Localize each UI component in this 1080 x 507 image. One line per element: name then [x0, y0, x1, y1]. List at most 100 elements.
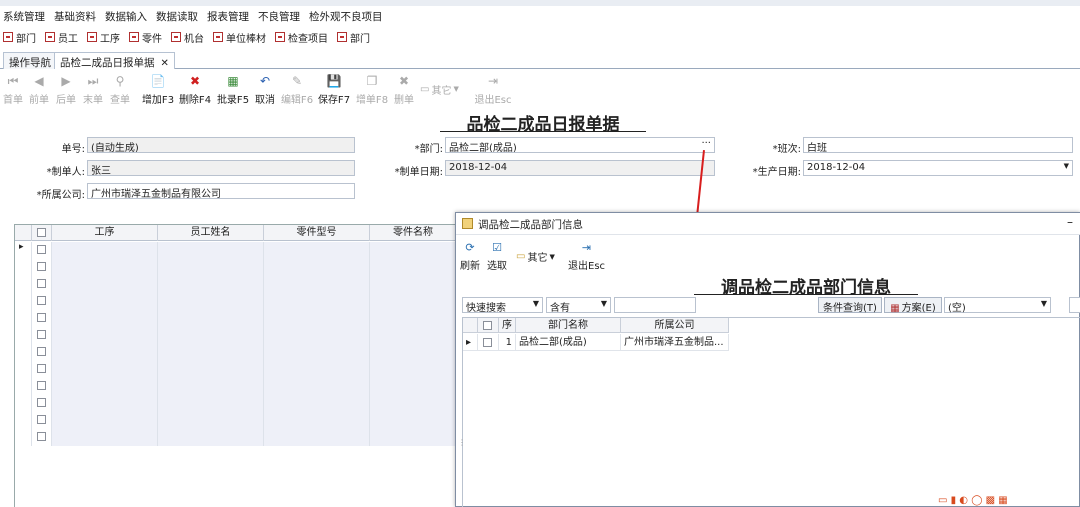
select-all-header[interactable]: [32, 225, 52, 241]
grid-cell[interactable]: [264, 344, 370, 361]
shift-field[interactable]: 白班: [803, 137, 1073, 153]
first-record-button[interactable]: ⏮ 首单: [2, 71, 24, 107]
menu-basic-data[interactable]: 基础资料: [51, 9, 102, 24]
grid-cell[interactable]: [158, 242, 264, 259]
row-checkbox-cell[interactable]: [32, 276, 52, 293]
grid-cell[interactable]: [158, 259, 264, 276]
row-dept-name[interactable]: 品检二部(成品): [516, 334, 621, 351]
table-row[interactable]: [15, 293, 457, 310]
table-row[interactable]: [15, 412, 457, 429]
select-all-checkbox[interactable]: [37, 228, 46, 237]
grid-cell[interactable]: [264, 327, 370, 344]
row-checkbox[interactable]: [483, 338, 492, 347]
row-checkbox-cell[interactable]: [32, 293, 52, 310]
grid-cell[interactable]: [264, 259, 370, 276]
remove-record-button[interactable]: ✖ 删单: [392, 71, 416, 107]
chevron-down-icon[interactable]: ▼: [1064, 162, 1069, 170]
scheme-button[interactable]: ▦ 方案(E): [884, 297, 942, 314]
grid-cell[interactable]: [264, 242, 370, 259]
row-checkbox[interactable]: [37, 313, 46, 322]
table-row[interactable]: [15, 344, 457, 361]
grid-cell[interactable]: [158, 378, 264, 395]
grid-cell[interactable]: [370, 293, 457, 310]
col-seq[interactable]: 序: [499, 318, 516, 333]
col-dept-name[interactable]: 部门名称: [516, 318, 621, 333]
menu-system[interactable]: 系统管理: [0, 9, 51, 24]
grid-cell[interactable]: [158, 361, 264, 378]
row-checkbox-cell[interactable]: [32, 242, 52, 259]
col-process[interactable]: 工序: [52, 225, 158, 241]
quick-dept-2[interactable]: 部门: [334, 30, 370, 45]
row-checkbox-cell[interactable]: [32, 259, 52, 276]
row-checkbox[interactable]: [37, 364, 46, 373]
row-checkbox[interactable]: [37, 245, 46, 254]
grid-cell[interactable]: [158, 429, 264, 446]
tab-navigation[interactable]: 操作导航: [3, 52, 57, 69]
grid-cell[interactable]: [158, 344, 264, 361]
quick-dept[interactable]: 部门: [0, 30, 36, 45]
resize-grip[interactable]: ⋮: [458, 438, 466, 447]
exit-button[interactable]: ⇥ 退出Esc: [474, 71, 512, 107]
delete-button[interactable]: ✖ 删除F4: [178, 71, 212, 107]
menu-data-input[interactable]: 数据输入: [102, 9, 153, 24]
row-checkbox[interactable]: [37, 296, 46, 305]
row-checkbox-cell[interactable]: [32, 327, 52, 344]
close-icon[interactable]: ✕: [161, 58, 169, 69]
row-checkbox[interactable]: [37, 347, 46, 356]
grid-cell[interactable]: [370, 412, 457, 429]
row-checkbox-cell[interactable]: [32, 310, 52, 327]
add-button[interactable]: 📄 增加F3: [141, 71, 175, 107]
grid-cell[interactable]: [52, 259, 158, 276]
grid-cell[interactable]: [370, 327, 457, 344]
prod-date-field[interactable]: 2018-12-04 ▼: [803, 160, 1073, 176]
row-checkbox[interactable]: [37, 262, 46, 271]
grid-cell[interactable]: [52, 344, 158, 361]
search-mode-select[interactable]: 快速搜索 ▼: [462, 297, 543, 314]
query-input[interactable]: [614, 297, 696, 313]
save-button[interactable]: 💾 保存F7: [317, 71, 351, 107]
grid-cell[interactable]: [370, 242, 457, 259]
refresh-button[interactable]: ⟳ 刷新: [460, 241, 480, 272]
row-checkbox[interactable]: [37, 415, 46, 424]
extra-input[interactable]: [1069, 297, 1080, 313]
grid-cell[interactable]: [264, 412, 370, 429]
grid-cell[interactable]: [158, 276, 264, 293]
cancel-button[interactable]: ↶ 取消: [253, 71, 277, 107]
grid-cell[interactable]: [52, 242, 158, 259]
ellipsis-button[interactable]: ···: [701, 138, 711, 149]
menu-defects[interactable]: 不良管理: [255, 9, 306, 24]
dept-field[interactable]: 品检二部(成品) ···: [445, 137, 715, 153]
col-part-name[interactable]: 零件名称: [370, 225, 457, 241]
row-checkbox-cell[interactable]: [32, 395, 52, 412]
minimize-button[interactable]: –: [1067, 215, 1073, 229]
grid-cell[interactable]: [52, 361, 158, 378]
doc-no-field[interactable]: (自动生成): [87, 137, 355, 153]
table-row[interactable]: [15, 327, 457, 344]
quick-process[interactable]: 工序: [84, 30, 120, 45]
row-checkbox-cell[interactable]: [32, 361, 52, 378]
col-employee[interactable]: 员工姓名: [158, 225, 264, 241]
menu-appearance-defects[interactable]: 检外观不良项目: [306, 9, 389, 24]
grid-cell[interactable]: [52, 378, 158, 395]
grid-cell[interactable]: [52, 310, 158, 327]
quick-parts[interactable]: 零件: [126, 30, 162, 45]
col-company[interactable]: 所属公司: [621, 318, 729, 333]
row-checkbox-cell[interactable]: [32, 412, 52, 429]
table-row[interactable]: [15, 361, 457, 378]
grid-cell[interactable]: [370, 361, 457, 378]
batch-entry-button[interactable]: ▦ 批录F5: [216, 71, 250, 107]
edit-button[interactable]: ✎ 编辑F6: [280, 71, 314, 107]
quick-inspection-items[interactable]: 检查项目: [272, 30, 328, 45]
condition-query-button[interactable]: 条件查询(T): [818, 297, 882, 314]
row-checkbox-cell[interactable]: [32, 344, 52, 361]
grid-cell[interactable]: [264, 395, 370, 412]
grid-cell[interactable]: [370, 429, 457, 446]
table-row[interactable]: ▸: [15, 242, 457, 259]
copy-record-button[interactable]: ❐ 增单F8: [355, 71, 389, 107]
grid-cell[interactable]: [158, 412, 264, 429]
row-checkbox[interactable]: [37, 398, 46, 407]
row-checkbox[interactable]: [37, 279, 46, 288]
row-checkbox-cell[interactable]: [32, 378, 52, 395]
grid-cell[interactable]: [264, 429, 370, 446]
row-checkbox[interactable]: [37, 432, 46, 441]
